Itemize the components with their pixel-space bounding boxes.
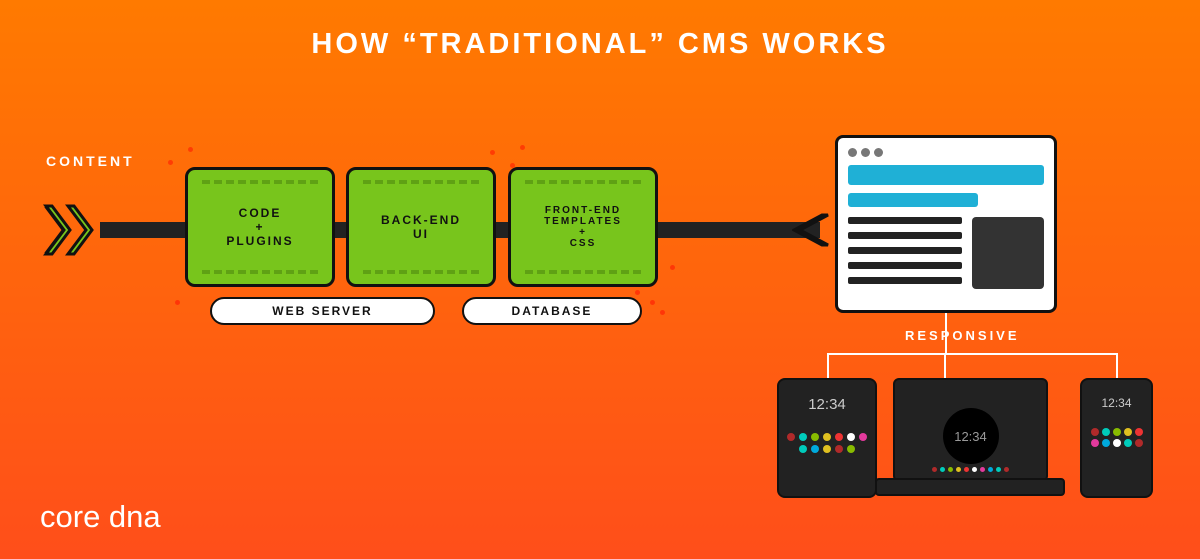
connector bbox=[827, 353, 829, 378]
pill-database: DATABASE bbox=[462, 297, 642, 325]
box-backend-ui: BACK-END UI bbox=[346, 167, 496, 287]
clock-readout: 12:34 bbox=[808, 396, 846, 413]
app-icons bbox=[1082, 428, 1151, 447]
content-label: CONTENT bbox=[46, 153, 135, 169]
page-title: HOW “TRADITIONAL” CMS WORKS bbox=[0, 0, 1200, 61]
browser-window bbox=[835, 135, 1057, 313]
content-lines bbox=[848, 217, 962, 292]
box-label: CODE + PLUGINS bbox=[226, 206, 293, 248]
connector bbox=[1116, 353, 1118, 378]
connector bbox=[827, 353, 1117, 355]
app-icons bbox=[932, 467, 1009, 472]
box-label: BACK-END UI bbox=[381, 213, 461, 241]
phone-device: 12:34 bbox=[1080, 378, 1153, 498]
content-image bbox=[972, 217, 1044, 289]
pill-web-server: WEB SERVER bbox=[210, 297, 435, 325]
subheader-bar bbox=[848, 193, 978, 207]
clock-readout: 12:34 bbox=[943, 408, 999, 464]
clock-readout: 12:34 bbox=[1101, 396, 1131, 410]
responsive-label: RESPONSIVE bbox=[905, 328, 1020, 343]
window-controls bbox=[848, 148, 1044, 157]
box-label: FRONT-END TEMPLATES + CSS bbox=[544, 205, 622, 249]
box-frontend-templates: FRONT-END TEMPLATES + CSS bbox=[508, 167, 658, 287]
tablet-device: 12:34 bbox=[777, 378, 877, 498]
laptop-device: 12:34 bbox=[893, 378, 1048, 482]
box-code-plugins: CODE + PLUGINS bbox=[185, 167, 335, 287]
laptop-base bbox=[875, 478, 1065, 496]
brand-logo: core dna bbox=[40, 499, 161, 535]
double-chevron-icon bbox=[42, 202, 104, 258]
chevron-left-icon bbox=[792, 213, 832, 252]
app-icons bbox=[779, 433, 875, 453]
header-bar bbox=[848, 165, 1044, 185]
connector bbox=[944, 353, 946, 378]
